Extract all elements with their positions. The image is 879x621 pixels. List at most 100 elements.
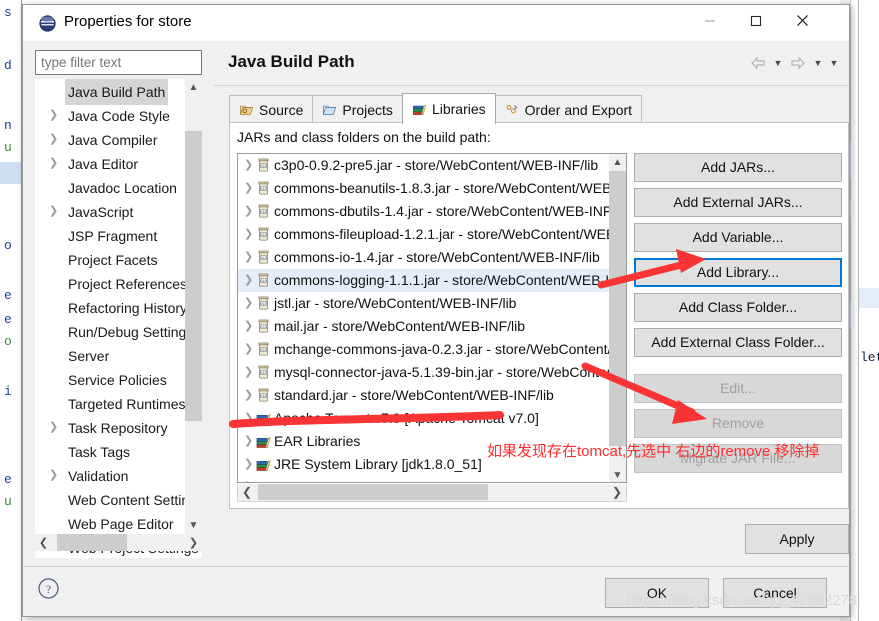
chevron-right-icon[interactable]: ❯ xyxy=(244,154,256,177)
sidebar-item-service-policies[interactable]: Service Policies xyxy=(35,367,185,391)
close-button[interactable] xyxy=(779,5,825,36)
chevron-right-icon[interactable]: ❯ xyxy=(244,361,256,384)
forward-arrow-icon[interactable] xyxy=(787,53,809,73)
menu-dropdown-icon[interactable]: ▼ xyxy=(827,53,841,73)
scroll-down-icon[interactable]: ▼ xyxy=(185,517,202,534)
tab-source[interactable]: Source xyxy=(229,95,313,124)
chevron-right-icon[interactable]: ❯ xyxy=(244,246,256,269)
scroll-right-icon[interactable]: ❯ xyxy=(608,484,626,500)
tree-horizontal-scrollbar[interactable]: ❮ ❯ xyxy=(35,534,202,551)
tree-vertical-scrollbar[interactable]: ▲ ▼ xyxy=(185,79,202,534)
jar-list-item-label: Web App Libraries xyxy=(274,479,388,483)
jar-list-item[interactable]: ❯010standard.jar - store/WebContent/WEB-… xyxy=(238,384,611,407)
tab-projects[interactable]: Projects xyxy=(312,95,403,124)
help-button[interactable]: ? xyxy=(37,577,60,600)
scrollbar-thumb[interactable] xyxy=(258,484,488,500)
dialog-titlebar[interactable]: Properties for store xyxy=(23,5,849,41)
back-dropdown-icon[interactable]: ▼ xyxy=(771,53,785,73)
chevron-right-icon[interactable]: ❯ xyxy=(244,269,256,292)
minimize-button[interactable] xyxy=(687,5,733,36)
jar-list-item[interactable]: ❯010mchange-commons-java-0.2.3.jar - sto… xyxy=(238,338,611,361)
sidebar-item-task-tags[interactable]: Task Tags xyxy=(35,439,185,463)
maximize-button[interactable] xyxy=(733,5,779,36)
chevron-right-icon[interactable]: ❯ xyxy=(244,315,256,338)
sidebar-item-project-references[interactable]: Project References xyxy=(35,271,185,295)
jar-list-item[interactable]: ❯010commons-io-1.4.jar - store/WebConten… xyxy=(238,246,611,269)
add-external-class-folder-button[interactable]: Add External Class Folder... xyxy=(634,328,842,357)
sidebar-item-server[interactable]: Server xyxy=(35,343,185,367)
jars-listbox[interactable]: ❯010c3p0-0.9.2-pre5.jar - store/WebConte… xyxy=(237,153,627,483)
add-variable-button[interactable]: Add Variable... xyxy=(634,223,842,252)
jar-list-item[interactable]: ❯010mail.jar - store/WebContent/WEB-INF/… xyxy=(238,315,611,338)
sidebar-item-task-repository[interactable]: ❯Task Repository xyxy=(35,415,185,439)
jar-icon: 010 xyxy=(256,388,271,403)
jar-list-item[interactable]: ❯010c3p0-0.9.2-pre5.jar - store/WebConte… xyxy=(238,154,611,177)
sidebar-item-label: Task Tags xyxy=(65,439,133,465)
chevron-right-icon[interactable]: ❯ xyxy=(244,430,256,453)
tab-bar[interactable]: SourceProjectsLibrariesOrder and Export xyxy=(229,93,641,124)
history-nav: ▼ ▼ ▼ xyxy=(747,53,841,73)
add-library-button[interactable]: Add Library... xyxy=(634,258,842,287)
add-jars-button[interactable]: Add JARs... xyxy=(634,153,842,182)
scrollbar-thumb[interactable] xyxy=(185,131,202,421)
chevron-right-icon[interactable]: ❯ xyxy=(49,199,61,223)
scrollbar-thumb[interactable] xyxy=(57,534,127,551)
chevron-right-icon[interactable]: ❯ xyxy=(49,103,61,127)
scroll-left-icon[interactable]: ❮ xyxy=(35,534,52,551)
sidebar-item-project-facets[interactable]: Project Facets xyxy=(35,247,185,271)
jar-list-item[interactable]: ❯ Web App Libraries xyxy=(238,476,611,483)
jar-list-item[interactable]: ❯Apache Tomcat v7.0 [Apache Tomcat v7.0] xyxy=(238,407,611,430)
scroll-right-icon[interactable]: ❯ xyxy=(185,534,202,551)
chevron-right-icon[interactable]: ❯ xyxy=(244,338,256,361)
add-class-folder-button[interactable]: Add Class Folder... xyxy=(634,293,842,322)
tab-order-and-export[interactable]: Order and Export xyxy=(495,95,642,124)
add-external-jars-button[interactable]: Add External JARs... xyxy=(634,188,842,217)
chevron-right-icon[interactable]: ❯ xyxy=(244,292,256,315)
chevron-right-icon[interactable]: ❯ xyxy=(244,200,256,223)
jar-list-item[interactable]: ❯010commons-logging-1.1.1.jar - store/We… xyxy=(238,269,611,292)
sidebar-item-web-page-editor[interactable]: Web Page Editor xyxy=(35,511,185,535)
sidebar-item-targeted-runtimes[interactable]: Targeted Runtimes xyxy=(35,391,185,415)
forward-dropdown-icon[interactable]: ▼ xyxy=(811,53,825,73)
sidebar-item-validation[interactable]: ❯Validation xyxy=(35,463,185,487)
chevron-right-icon[interactable]: ❯ xyxy=(49,463,61,487)
tab-libraries[interactable]: Libraries xyxy=(402,93,496,124)
scroll-up-icon[interactable]: ▲ xyxy=(185,79,202,96)
sidebar-item-web-content-settings[interactable]: Web Content Settings xyxy=(35,487,185,511)
settings-tree[interactable]: Java Build Path❯Java Code Style❯Java Com… xyxy=(35,79,202,558)
sidebar-item-javadoc-location[interactable]: Javadoc Location xyxy=(35,175,185,199)
chevron-right-icon[interactable]: ❯ xyxy=(244,177,256,200)
sidebar-item-jsp-fragment[interactable]: JSP Fragment xyxy=(35,223,185,247)
scroll-left-icon[interactable]: ❮ xyxy=(238,484,256,500)
jar-icon: 010 xyxy=(256,158,271,173)
chevron-right-icon[interactable]: ❯ xyxy=(49,415,61,439)
chevron-right-icon[interactable]: ❯ xyxy=(244,223,256,246)
scrollbar-thumb[interactable] xyxy=(609,171,626,446)
jar-list-item[interactable]: ❯010commons-beanutils-1.8.3.jar - store/… xyxy=(238,177,611,200)
chevron-right-icon[interactable]: ❯ xyxy=(244,384,256,407)
chevron-right-icon[interactable]: ❯ xyxy=(244,453,256,476)
sidebar-item-java-compiler[interactable]: ❯Java Compiler xyxy=(35,127,185,151)
sidebar-item-run-debug-settings[interactable]: Run/Debug Settings xyxy=(35,319,185,343)
jar-list-item[interactable]: ❯010jstl.jar - store/WebContent/WEB-INF/… xyxy=(238,292,611,315)
sidebar-item-refactoring-history[interactable]: Refactoring History xyxy=(35,295,185,319)
chevron-right-icon[interactable]: ❯ xyxy=(49,151,61,175)
jar-list-item[interactable]: ❯010commons-fileupload-1.2.1.jar - store… xyxy=(238,223,611,246)
sidebar-item-java-editor[interactable]: ❯Java Editor xyxy=(35,151,185,175)
list-horizontal-scrollbar[interactable]: ❮ ❯ xyxy=(237,484,627,502)
chevron-right-icon[interactable]: ❯ xyxy=(244,407,256,430)
chevron-right-icon[interactable]: ❯ xyxy=(244,476,256,483)
list-vertical-scrollbar[interactable]: ▲ ▼ xyxy=(609,154,626,483)
jar-list-item[interactable]: ❯010mysql-connector-java-5.1.39-bin.jar … xyxy=(238,361,611,384)
jar-list-item[interactable]: ❯010commons-dbutils-1.4.jar - store/WebC… xyxy=(238,200,611,223)
chevron-right-icon[interactable]: ❯ xyxy=(49,127,61,151)
sidebar-item-java-code-style[interactable]: ❯Java Code Style xyxy=(35,103,185,127)
filter-input[interactable] xyxy=(35,50,202,75)
apply-button[interactable]: Apply xyxy=(745,524,849,554)
page-title: Java Build Path xyxy=(228,52,355,72)
sidebar-item-java-build-path[interactable]: Java Build Path xyxy=(35,79,185,103)
back-arrow-icon[interactable] xyxy=(747,53,769,73)
sidebar-item-javascript[interactable]: ❯JavaScript xyxy=(35,199,185,223)
scroll-down-icon[interactable]: ▼ xyxy=(609,467,626,483)
scroll-up-icon[interactable]: ▲ xyxy=(609,154,626,171)
